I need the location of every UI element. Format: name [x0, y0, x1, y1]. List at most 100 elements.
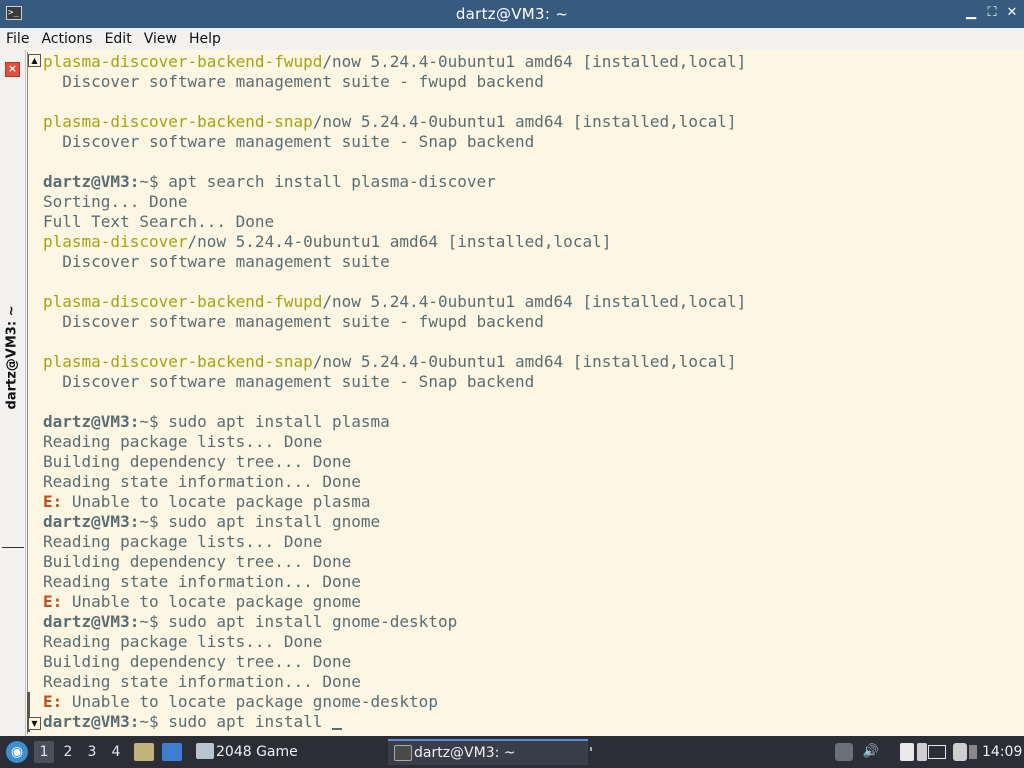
terminal-text: Discover software management suite - Sna…: [43, 372, 535, 391]
terminal-text: Discover software management suite - fwu…: [43, 312, 544, 331]
taskbar: ◉ 1 2 3 4 2048 Game dartz@VM3: ~ 🔊 14:09: [0, 736, 1024, 768]
network-icon[interactable]: [928, 745, 946, 759]
workspace-4-button[interactable]: 4: [106, 741, 126, 763]
terminal-line: dartz@VM3:~$ apt search install plasma-d…: [43, 172, 746, 192]
tab-divider: [2, 547, 24, 548]
shell-prompt: dartz@VM3:: [43, 512, 140, 531]
terminal-text: Unable to locate package gnome-desktop: [62, 692, 438, 711]
terminal-icon: [394, 745, 412, 761]
file-manager-launcher-icon[interactable]: [134, 743, 154, 761]
clipboard-icon[interactable]: [900, 743, 914, 761]
scroll-up-arrow-icon[interactable]: ▲: [28, 54, 41, 67]
task-separator: [590, 747, 592, 751]
terminal-line: dartz@VM3:~$ sudo apt install: [43, 712, 746, 732]
terminal-text: /now 5.24.4-0ubuntu1 amd64 [installed,lo…: [312, 352, 737, 371]
terminal-text: Reading package lists... Done: [43, 632, 323, 651]
terminal-text: Building dependency tree... Done: [43, 652, 352, 671]
terminal-scrollbar[interactable]: ▲ ▼: [27, 52, 41, 734]
workspace-2-button[interactable]: 2: [58, 741, 78, 763]
terminal-line: dartz@VM3:~$ sudo apt install gnome: [43, 512, 746, 532]
menu-view[interactable]: View: [138, 31, 183, 47]
terminal-line: Reading state information... Done: [43, 472, 746, 492]
terminal-output[interactable]: plasma-discover-backend-fwupd/now 5.24.4…: [27, 50, 1024, 736]
error-prefix: E:: [43, 592, 63, 611]
task-label: 2048 Game: [216, 744, 298, 760]
window-icon: [196, 743, 214, 759]
menu-help[interactable]: Help: [183, 31, 227, 47]
tab-terminal-session[interactable]: dartz@VM3: ~: [5, 303, 20, 413]
workspace-1-button[interactable]: 1: [34, 741, 54, 763]
terminal-line: plasma-discover/now 5.24.4-0ubuntu1 amd6…: [43, 232, 746, 252]
terminal-lines: plasma-discover-backend-fwupd/now 5.24.4…: [43, 52, 746, 732]
terminal-line: Reading package lists... Done: [43, 532, 746, 552]
tab-bar-vertical: × dartz@VM3: ~: [0, 50, 26, 736]
terminal-line: Building dependency tree... Done: [43, 552, 746, 572]
close-window-button[interactable]: ✕: [1003, 4, 1021, 22]
terminal-line: Discover software management suite - Sna…: [43, 132, 746, 152]
package-name: plasma-discover-backend-snap: [43, 352, 313, 371]
shell-prompt: dartz@VM3:: [43, 412, 140, 431]
terminal-line: Building dependency tree... Done: [43, 452, 746, 472]
minimize-button[interactable]: ▁: [962, 4, 980, 22]
error-prefix: E:: [43, 492, 63, 511]
terminal-line: Discover software management suite: [43, 252, 746, 272]
terminal-app-icon: >_: [6, 6, 22, 20]
terminal-line: plasma-discover-backend-snap/now 5.24.4-…: [43, 112, 746, 132]
workspace-3-button[interactable]: 3: [82, 741, 102, 763]
terminal-text: Reading package lists... Done: [43, 432, 323, 451]
clock[interactable]: 14:09: [982, 736, 1022, 768]
menu-file[interactable]: File: [0, 31, 35, 47]
terminal-text: Building dependency tree... Done: [43, 552, 352, 571]
terminal-text: Discover software management suite - Sna…: [43, 132, 535, 151]
terminal-text: ~$ sudo apt install: [139, 712, 332, 731]
shell-prompt: dartz@VM3:: [43, 712, 140, 731]
scroll-down-arrow-icon[interactable]: ▼: [28, 717, 41, 730]
terminal-line: Reading package lists... Done: [43, 432, 746, 452]
bluetooth-icon[interactable]: [953, 743, 967, 761]
menu-edit[interactable]: Edit: [99, 31, 138, 47]
terminal-text: Reading package lists... Done: [43, 532, 323, 551]
show-desktop-icon[interactable]: [162, 743, 182, 761]
start-menu-icon[interactable]: ◉: [6, 741, 28, 763]
task-label: dartz@VM3: ~: [414, 745, 516, 761]
tray-updates-icon[interactable]: [835, 743, 853, 761]
terminal-line: plasma-discover-backend-fwupd/now 5.24.4…: [43, 292, 746, 312]
terminal-line: dartz@VM3:~$ sudo apt install gnome-desk…: [43, 612, 746, 632]
terminal-line: Reading state information... Done: [43, 672, 746, 692]
terminal-line: Discover software management suite - fwu…: [43, 72, 746, 92]
terminal-text: ~$ apt search install plasma-discover: [139, 172, 496, 191]
terminal-text: Reading state information... Done: [43, 572, 361, 591]
terminal-text: Sorting... Done: [43, 192, 188, 211]
package-name: plasma-discover-backend-fwupd: [43, 52, 323, 71]
task-2048-game[interactable]: 2048 Game: [190, 739, 384, 765]
menu-actions[interactable]: Actions: [35, 31, 98, 47]
package-name: plasma-discover: [43, 232, 188, 251]
volume-icon[interactable]: 🔊: [862, 743, 880, 761]
terminal-text: /now 5.24.4-0ubuntu1 amd64 [installed,lo…: [187, 232, 612, 251]
terminal-text: /now 5.24.4-0ubuntu1 amd64 [installed,lo…: [312, 112, 737, 131]
terminal-line: Reading state information... Done: [43, 572, 746, 592]
text-cursor: [331, 713, 342, 730]
terminal-text: Full Text Search... Done: [43, 212, 275, 231]
terminal-text: Reading state information... Done: [43, 672, 361, 691]
terminal-line: E: Unable to locate package gnome: [43, 592, 746, 612]
task-terminal[interactable]: dartz@VM3: ~: [388, 739, 588, 765]
terminal-text: ~$ sudo apt install gnome-desktop: [139, 612, 458, 631]
terminal-line: Full Text Search... Done: [43, 212, 746, 232]
terminal-text: /now 5.24.4-0ubuntu1 amd64 [installed,lo…: [322, 292, 747, 311]
maximize-button[interactable]: ⛶: [983, 4, 1001, 22]
terminal-text: /now 5.24.4-0ubuntu1 amd64 [installed,lo…: [322, 52, 747, 71]
menu-bar: File Actions Edit View Help: [0, 28, 1024, 50]
terminal-line: E: Unable to locate package gnome-deskto…: [43, 692, 746, 712]
terminal-text: ~$ sudo apt install plasma: [139, 412, 390, 431]
removable-media-icon[interactable]: [917, 743, 927, 761]
terminal-line: Sorting... Done: [43, 192, 746, 212]
error-prefix: E:: [43, 692, 63, 711]
close-tab-icon[interactable]: ×: [5, 62, 20, 77]
battery-icon[interactable]: [969, 745, 977, 759]
window-titlebar[interactable]: >_ dartz@VM3: ~ ▁ ⛶ ✕: [0, 0, 1024, 28]
terminal-text: ~$ sudo apt install gnome: [139, 512, 381, 531]
